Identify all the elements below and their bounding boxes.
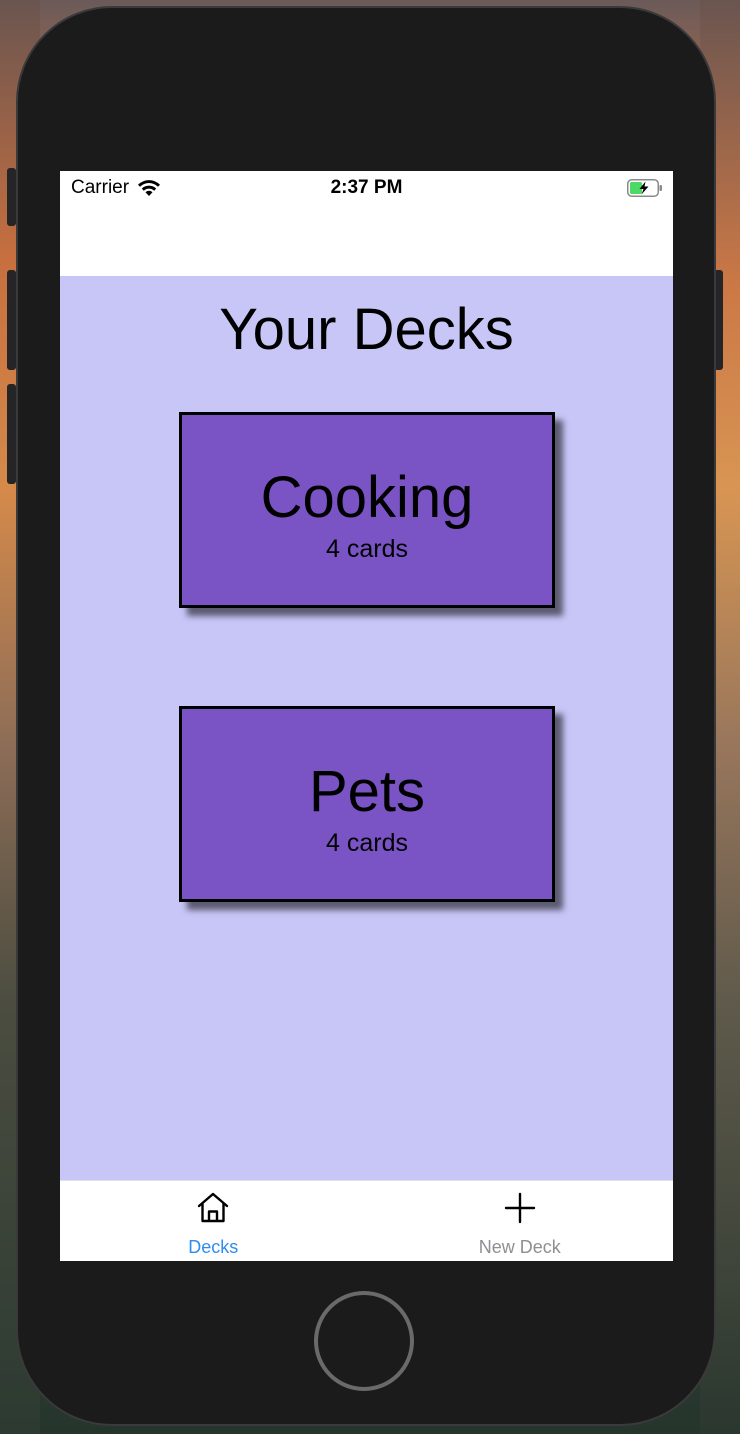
tab-label-decks: Decks [188, 1237, 239, 1257]
deck-card-count: 4 cards [326, 535, 408, 563]
decks-screen: Your Decks Cooking 4 cards Pets 4 cards [60, 276, 673, 1180]
home-button[interactable] [314, 1291, 414, 1391]
tab-label-new-deck: New Deck [478, 1237, 561, 1257]
deck-card-cooking[interactable]: Cooking 4 cards [179, 412, 555, 608]
mute-switch[interactable] [7, 168, 16, 226]
deck-name: Cooking [260, 465, 474, 530]
deck-card-count: 4 cards [326, 829, 408, 857]
tab-bar: Decks New Deck [60, 1180, 673, 1261]
deck-name: Pets [308, 759, 426, 824]
page-title: Your Decks [219, 297, 514, 362]
tab-new-deck[interactable]: New Deck [367, 1181, 674, 1261]
deck-card-pets[interactable]: Pets 4 cards [179, 706, 555, 902]
volume-down-button[interactable] [7, 384, 16, 484]
plus-icon [504, 1192, 535, 1224]
phone-screen: Carrier 2:37 PM Your Decks Cooking 4 car… [60, 171, 673, 1261]
tab-decks[interactable]: Decks [60, 1181, 367, 1261]
clock: 2:37 PM [330, 177, 403, 198]
home-icon [198, 1192, 229, 1223]
status-bar: Carrier 2:37 PM [60, 171, 673, 205]
battery-charging-icon [627, 179, 662, 197]
volume-up-button[interactable] [7, 270, 16, 370]
